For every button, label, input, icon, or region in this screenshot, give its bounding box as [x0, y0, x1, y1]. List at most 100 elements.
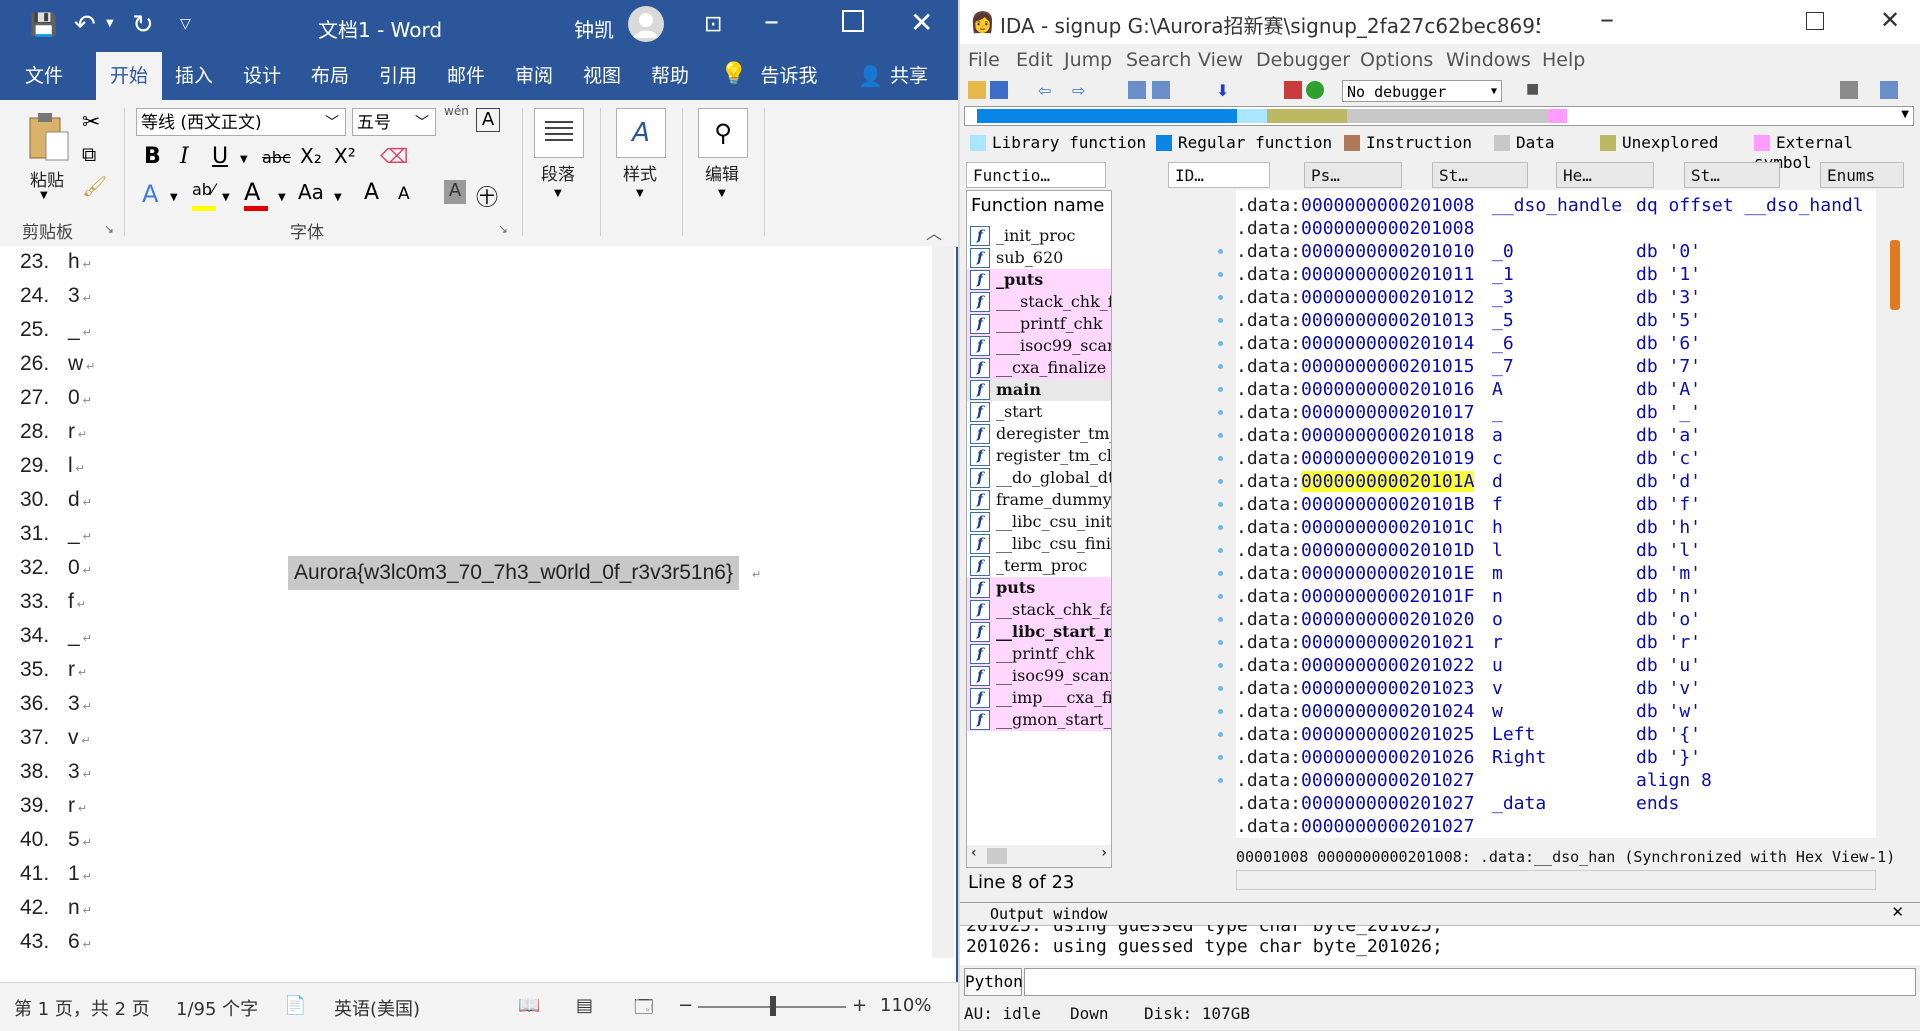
- function-row[interactable]: f frame_dummy: [967, 489, 1111, 511]
- label[interactable]: f: [1492, 493, 1503, 516]
- editing-dropdown-icon[interactable]: ▼: [718, 188, 726, 199]
- address[interactable]: 000000000020101C: [1301, 517, 1474, 538]
- close-icon[interactable]: ✕: [1880, 6, 1900, 34]
- format-painter-icon[interactable]: 🖌: [82, 174, 107, 198]
- close-icon[interactable]: ✕: [910, 6, 933, 39]
- disasm-line[interactable]: .data:0000000000201015 _7 db '7': [1236, 355, 1876, 378]
- scroll-left-icon[interactable]: ‹: [971, 845, 977, 861]
- underline-button[interactable]: U: [212, 144, 228, 169]
- styles-dropdown-icon[interactable]: ▼: [636, 188, 644, 199]
- function-row[interactable]: f __gmon_start__: [967, 709, 1111, 731]
- menu-help[interactable]: Help: [1542, 49, 1585, 71]
- tab-file[interactable]: 文件: [14, 52, 74, 100]
- address[interactable]: 0000000000201015: [1301, 356, 1474, 377]
- tab-help[interactable]: 帮助: [640, 52, 700, 100]
- label[interactable]: _3: [1492, 286, 1514, 309]
- language-button[interactable]: Python: [964, 968, 1023, 996]
- list-item[interactable]: 40. 5 ↵: [20, 828, 92, 862]
- customize-quick-access-icon[interactable]: ▽: [180, 16, 191, 32]
- menu-windows[interactable]: Windows: [1446, 49, 1531, 71]
- page-count[interactable]: 第 1 页，共 2 页: [14, 995, 150, 1021]
- address[interactable]: 000000000020101A: [1301, 471, 1475, 492]
- layout-icon[interactable]: [1840, 81, 1858, 99]
- address[interactable]: 0000000000201024: [1301, 701, 1474, 722]
- run-icon[interactable]: [1306, 81, 1324, 99]
- disasm-line[interactable]: .data:0000000000201027 align 8: [1236, 769, 1876, 792]
- disasm-line[interactable]: .data:0000000000201019 c db 'c': [1236, 447, 1876, 470]
- paste-dropdown-icon[interactable]: ▼: [40, 190, 48, 201]
- word-count[interactable]: 1/95 个字: [176, 995, 258, 1021]
- function-row[interactable]: f main: [967, 379, 1111, 401]
- tab-review[interactable]: 审阅: [504, 52, 564, 100]
- menu-jump[interactable]: Jump: [1064, 49, 1112, 71]
- list-item[interactable]: 39. r ↵: [20, 794, 87, 828]
- graph-icon[interactable]: [1284, 81, 1302, 99]
- disasm-line[interactable]: .data:0000000000201008: [1236, 217, 1876, 240]
- function-row[interactable]: f __libc_start_ma: [967, 621, 1111, 643]
- address[interactable]: 000000000020101D: [1301, 540, 1474, 561]
- clipboard-launcher-icon[interactable]: ↘: [104, 222, 114, 236]
- disasm-line[interactable]: .data:000000000020101E m db 'm': [1236, 562, 1876, 585]
- list-item[interactable]: 24. 3 ↵: [20, 284, 92, 318]
- nav-dropdown-icon[interactable]: ▼: [1901, 109, 1909, 120]
- function-row[interactable]: f puts: [967, 577, 1111, 599]
- label[interactable]: __dso_handle: [1492, 194, 1622, 217]
- label[interactable]: _: [1492, 401, 1503, 424]
- disasm-line[interactable]: .data:0000000000201018 a db 'a': [1236, 424, 1876, 447]
- web-layout-icon[interactable]: 🗔: [634, 995, 654, 1025]
- function-row[interactable]: f register_tm_clone: [967, 445, 1111, 467]
- list-item[interactable]: 30. d ↵: [20, 488, 92, 522]
- zoom-level[interactable]: 110%: [880, 995, 931, 1016]
- disasm-line[interactable]: .data:000000000020101C h db 'h': [1236, 516, 1876, 539]
- user-name[interactable]: 钟凯: [574, 14, 614, 43]
- label[interactable]: _5: [1492, 309, 1514, 332]
- address[interactable]: 0000000000201022: [1301, 655, 1474, 676]
- label[interactable]: _0: [1492, 240, 1514, 263]
- address[interactable]: 0000000000201020: [1301, 609, 1474, 630]
- disasm-line[interactable]: .data:0000000000201024 w db 'w': [1236, 700, 1876, 723]
- list-item[interactable]: 41. 1 ↵: [20, 862, 92, 896]
- underline-dropdown-icon[interactable]: ▼: [240, 154, 248, 165]
- undo-dropdown-icon[interactable]: ▼: [106, 18, 114, 29]
- tab-references[interactable]: 引用: [368, 52, 428, 100]
- zoom-slider-thumb[interactable]: [770, 996, 776, 1016]
- back-icon[interactable]: ⇦: [1038, 81, 1056, 100]
- font-color-dropdown-icon[interactable]: ▼: [278, 192, 286, 203]
- scroll-thumb[interactable]: [1890, 240, 1900, 310]
- function-row[interactable]: f __isoc99_scanf: [967, 665, 1111, 687]
- enclose-characters-icon[interactable]: ㊉: [476, 180, 498, 212]
- list-item[interactable]: 42. n ↵: [20, 896, 92, 930]
- tab-strings[interactable]: St…: [1432, 162, 1528, 188]
- font-name-select[interactable]: 等线 (西文正文) ﹀: [136, 108, 346, 136]
- function-row[interactable]: f deregister_tm_clo: [967, 423, 1111, 445]
- shrink-font-button[interactable]: A: [398, 184, 410, 204]
- list-item[interactable]: 35. r ↵: [20, 658, 87, 692]
- debugger-select[interactable]: No debugger ▼: [1342, 80, 1502, 102]
- bold-button[interactable]: B: [144, 144, 161, 169]
- address[interactable]: 0000000000201008: [1301, 195, 1474, 216]
- address[interactable]: 0000000000201010: [1301, 241, 1474, 262]
- address[interactable]: 0000000000201027: [1301, 793, 1474, 814]
- strikethrough-button[interactable]: abc: [262, 148, 291, 167]
- document-area[interactable]: 23. h ↵ 24. 3 ↵ 25. _ ↵ 26. w ↵ 27. 0 ↵ 28. r ↵ 29. l ↵ 30. d ↵…: [0, 246, 932, 958]
- tab-enums[interactable]: Enums: [1820, 162, 1904, 188]
- disassembly-view[interactable]: .data:0000000000201008 __dso_handle dq off…: [1236, 190, 1876, 838]
- disasm-line[interactable]: .data:0000000000201010 _0 db '0': [1236, 240, 1876, 263]
- address[interactable]: 0000000000201008: [1301, 218, 1474, 239]
- function-row[interactable]: f ___stack_chk_fail: [967, 291, 1111, 313]
- tab-mailings[interactable]: 邮件: [436, 52, 496, 100]
- close-icon[interactable]: ✕: [1891, 903, 1904, 921]
- function-row[interactable]: f ___isoc99_scanf: [967, 335, 1111, 357]
- navigation-band[interactable]: ▼: [964, 106, 1914, 126]
- minimize-icon[interactable]: –: [764, 4, 779, 39]
- stop-icon[interactable]: ■: [1526, 81, 1544, 99]
- disasm-line[interactable]: .data:0000000000201014 _6 db '6': [1236, 332, 1876, 355]
- paragraph-dropdown-icon[interactable]: ▼: [554, 188, 562, 199]
- label[interactable]: _1: [1492, 263, 1514, 286]
- tab-layout[interactable]: 布局: [300, 52, 360, 100]
- label[interactable]: Right: [1492, 746, 1546, 769]
- disasm-line[interactable]: .data:0000000000201025 Left db '{': [1236, 723, 1876, 746]
- address[interactable]: 0000000000201027: [1301, 816, 1474, 837]
- label[interactable]: n: [1492, 585, 1503, 608]
- font-launcher-icon[interactable]: ↘: [498, 222, 508, 236]
